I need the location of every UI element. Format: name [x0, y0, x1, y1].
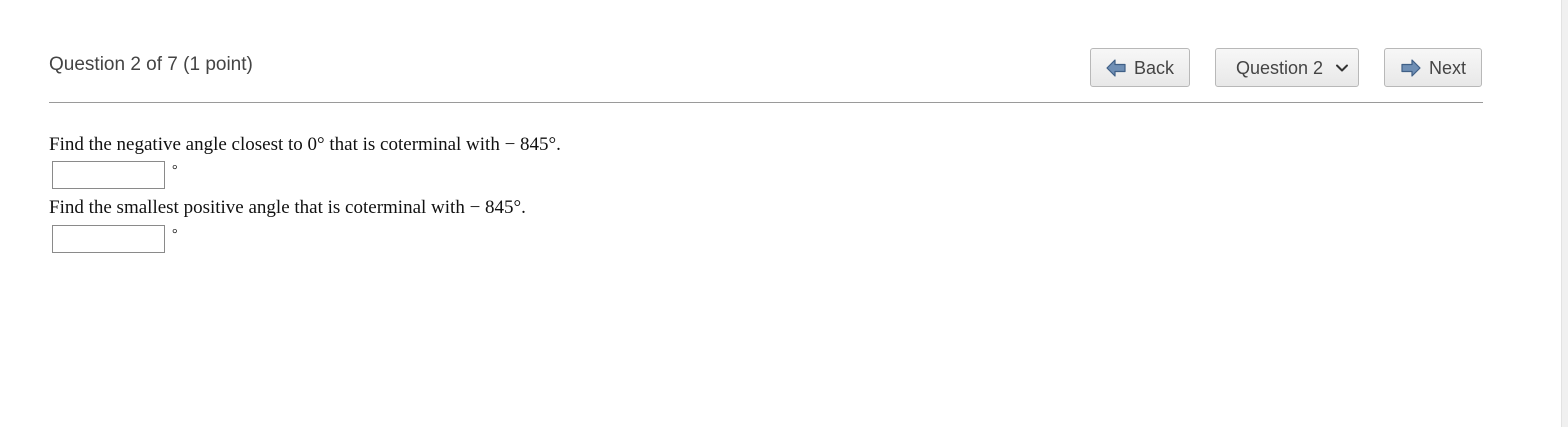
question-title: Question 2 of 7 (1 point) — [49, 54, 253, 75]
question-header: Question 2 of 7 (1 point) Back Question … — [49, 0, 1483, 104]
question-select-value: Question 2 — [1236, 57, 1324, 78]
chevron-down-icon — [1335, 61, 1349, 75]
page-scrollbar[interactable] — [1561, 0, 1568, 427]
arrow-right-icon — [1401, 58, 1421, 77]
question-prompt-1: Find the negative angle closest to 0° th… — [49, 134, 561, 155]
header-divider — [49, 102, 1483, 103]
next-button-label: Next — [1429, 57, 1467, 78]
next-button[interactable]: Next — [1384, 48, 1482, 87]
back-button-label: Back — [1134, 57, 1175, 78]
answer-input-2[interactable] — [52, 225, 165, 253]
question-select[interactable]: Question 2 — [1215, 48, 1359, 87]
question-prompt-2: Find the smallest positive angle that is… — [49, 197, 526, 218]
back-button[interactable]: Back — [1090, 48, 1190, 87]
answer-input-1[interactable] — [52, 161, 165, 189]
degree-unit-1: ° — [172, 163, 178, 178]
degree-unit-2: ° — [172, 227, 178, 242]
arrow-left-icon — [1106, 58, 1126, 77]
